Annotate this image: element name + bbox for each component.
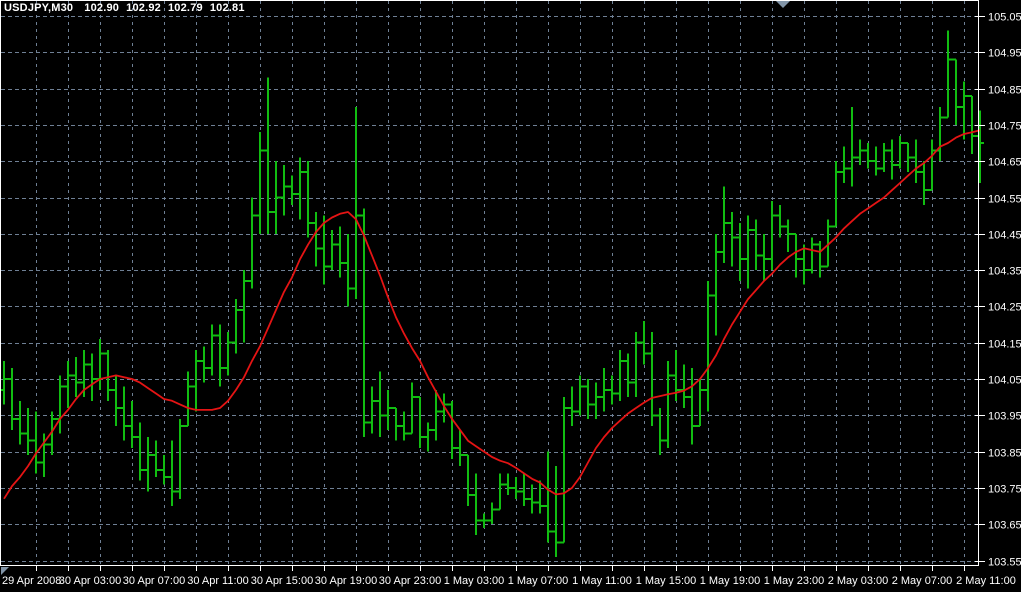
y-axis-label: 104.95 bbox=[988, 48, 1021, 60]
x-axis-label: 2 May 11:00 bbox=[956, 575, 1016, 587]
x-axis-label: 2 May 07:00 bbox=[892, 575, 953, 587]
y-axis-label: 104.45 bbox=[988, 230, 1021, 242]
x-axis-label: 30 Apr 15:00 bbox=[251, 575, 313, 587]
moving-average-line bbox=[4, 130, 980, 499]
x-axis-label: 30 Apr 03:00 bbox=[59, 575, 121, 587]
x-axis-label: 1 May 19:00 bbox=[700, 575, 761, 587]
x-axis-label: 30 Apr 23:00 bbox=[379, 575, 441, 587]
chart-title: USDJPY,M30 102.90 102.92 102.79 102.81 bbox=[4, 2, 252, 14]
y-axis-label: 103.95 bbox=[988, 411, 1021, 423]
y-axis-label: 104.35 bbox=[988, 266, 1021, 278]
symbol-period-label: USDJPY,M30 bbox=[4, 2, 73, 14]
chart-window: 105.05 104.95 104.85 104.75 104.65 104.55 104.… bbox=[0, 0, 1021, 592]
x-axis-label: 1 May 11:00 bbox=[572, 575, 632, 587]
y-axis-label: 104.85 bbox=[988, 85, 1021, 97]
y-axis-label: 103.75 bbox=[988, 484, 1021, 496]
y-axis-label: 104.55 bbox=[988, 194, 1021, 206]
y-axis-label: 104.75 bbox=[988, 121, 1021, 133]
x-axis-label: 29 Apr 2008 bbox=[2, 575, 61, 587]
x-axis-label: 2 May 03:00 bbox=[828, 575, 889, 587]
y-axis-label: 103.85 bbox=[988, 448, 1021, 460]
chart-shift-marker[interactable] bbox=[776, 1, 790, 8]
x-axis-label: 1 May 07:00 bbox=[508, 575, 569, 587]
x-axis-label: 1 May 23:00 bbox=[764, 575, 825, 587]
y-axis-label: 104.65 bbox=[988, 157, 1021, 169]
y-axis-label: 104.25 bbox=[988, 302, 1021, 314]
scroll-marker[interactable] bbox=[1, 567, 9, 575]
price-chart-canvas[interactable]: 105.05 104.95 104.85 104.75 104.65 104.55 104.… bbox=[0, 0, 1021, 592]
y-axis-label: 103.55 bbox=[988, 557, 1021, 569]
ohlc-high-value: 102.92 bbox=[126, 2, 161, 14]
x-axis-label: 30 Apr 19:00 bbox=[315, 575, 377, 587]
x-axis-label: 1 May 03:00 bbox=[444, 575, 505, 587]
x-axis-label: 30 Apr 07:00 bbox=[123, 575, 185, 587]
ohlc-open-value: 102.90 bbox=[84, 2, 119, 14]
y-axis-label: 105.05 bbox=[988, 12, 1021, 24]
y-axis-label: 103.65 bbox=[988, 520, 1021, 532]
x-axis-label: 1 May 15:00 bbox=[636, 575, 697, 587]
ohlc-low-value: 102.79 bbox=[168, 2, 203, 14]
y-axis-label: 104.15 bbox=[988, 339, 1021, 351]
ohlc-close-value: 102.81 bbox=[210, 2, 245, 14]
y-axis-label: 104.05 bbox=[988, 375, 1021, 387]
x-axis-label: 30 Apr 11:00 bbox=[187, 575, 249, 587]
